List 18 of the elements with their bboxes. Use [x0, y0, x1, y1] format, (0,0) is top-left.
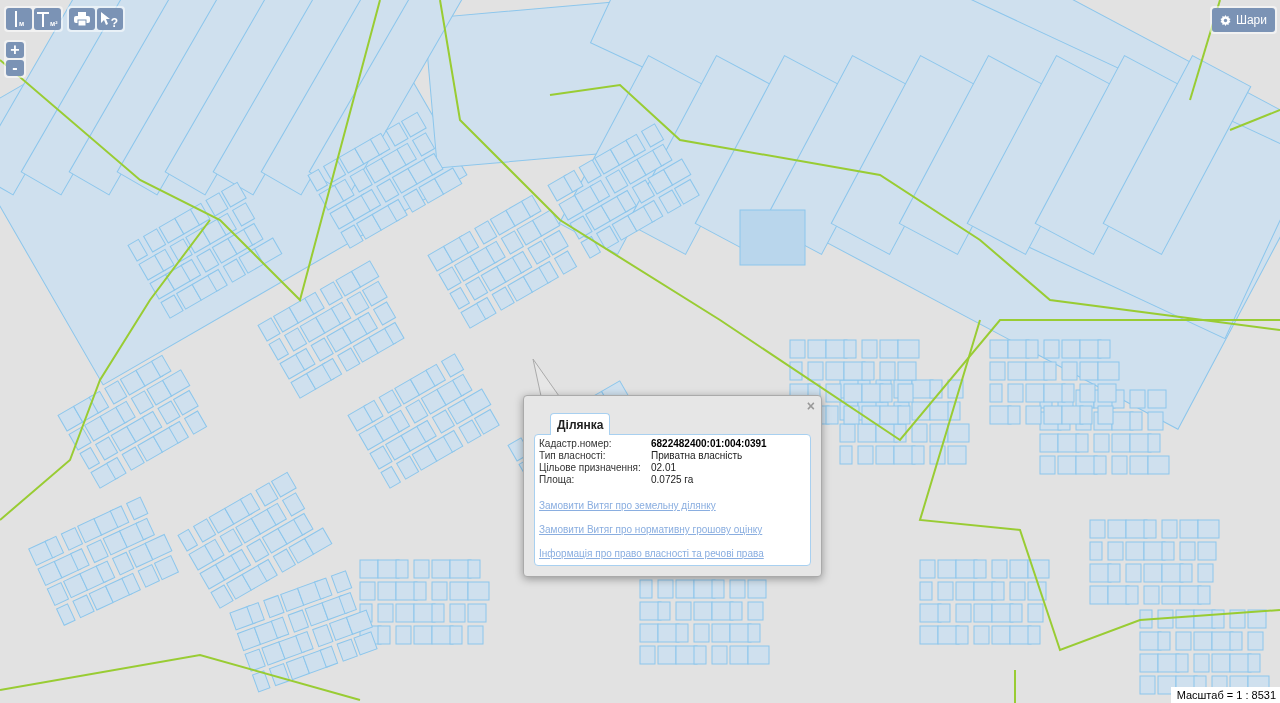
popup-tab[interactable]: Ділянка	[550, 413, 611, 435]
field-label: Тип власності:	[539, 450, 607, 462]
close-button[interactable]: ×	[806, 400, 815, 412]
popup-link[interactable]: Інформація про право власності та речові права	[539, 548, 764, 559]
field-value: 6822482400:01:004:0391	[651, 438, 768, 450]
zoom-out-button[interactable]: -	[6, 60, 24, 76]
field-value: 0.0725 га	[651, 474, 695, 486]
field-label: Площа:	[539, 474, 576, 486]
scale-label: Масштаб = 1 : 8531	[1170, 687, 1280, 703]
field-label: Цільове призначення:	[539, 462, 642, 474]
field-label: Кадастр.номер:	[539, 438, 613, 450]
identify-button[interactable]: ?	[96, 8, 123, 30]
popup-link[interactable]: Замовити Витяг про земельну ділянку	[539, 500, 716, 511]
field-value: 02.01	[651, 462, 678, 474]
layers-button[interactable]: Шари	[1211, 8, 1275, 32]
field-value: Приватна власність	[651, 450, 744, 462]
zoom-in-button[interactable]: +	[6, 42, 24, 58]
popup-link[interactable]: Замовити Витяг про нормативну грошову оцінку	[539, 524, 763, 535]
